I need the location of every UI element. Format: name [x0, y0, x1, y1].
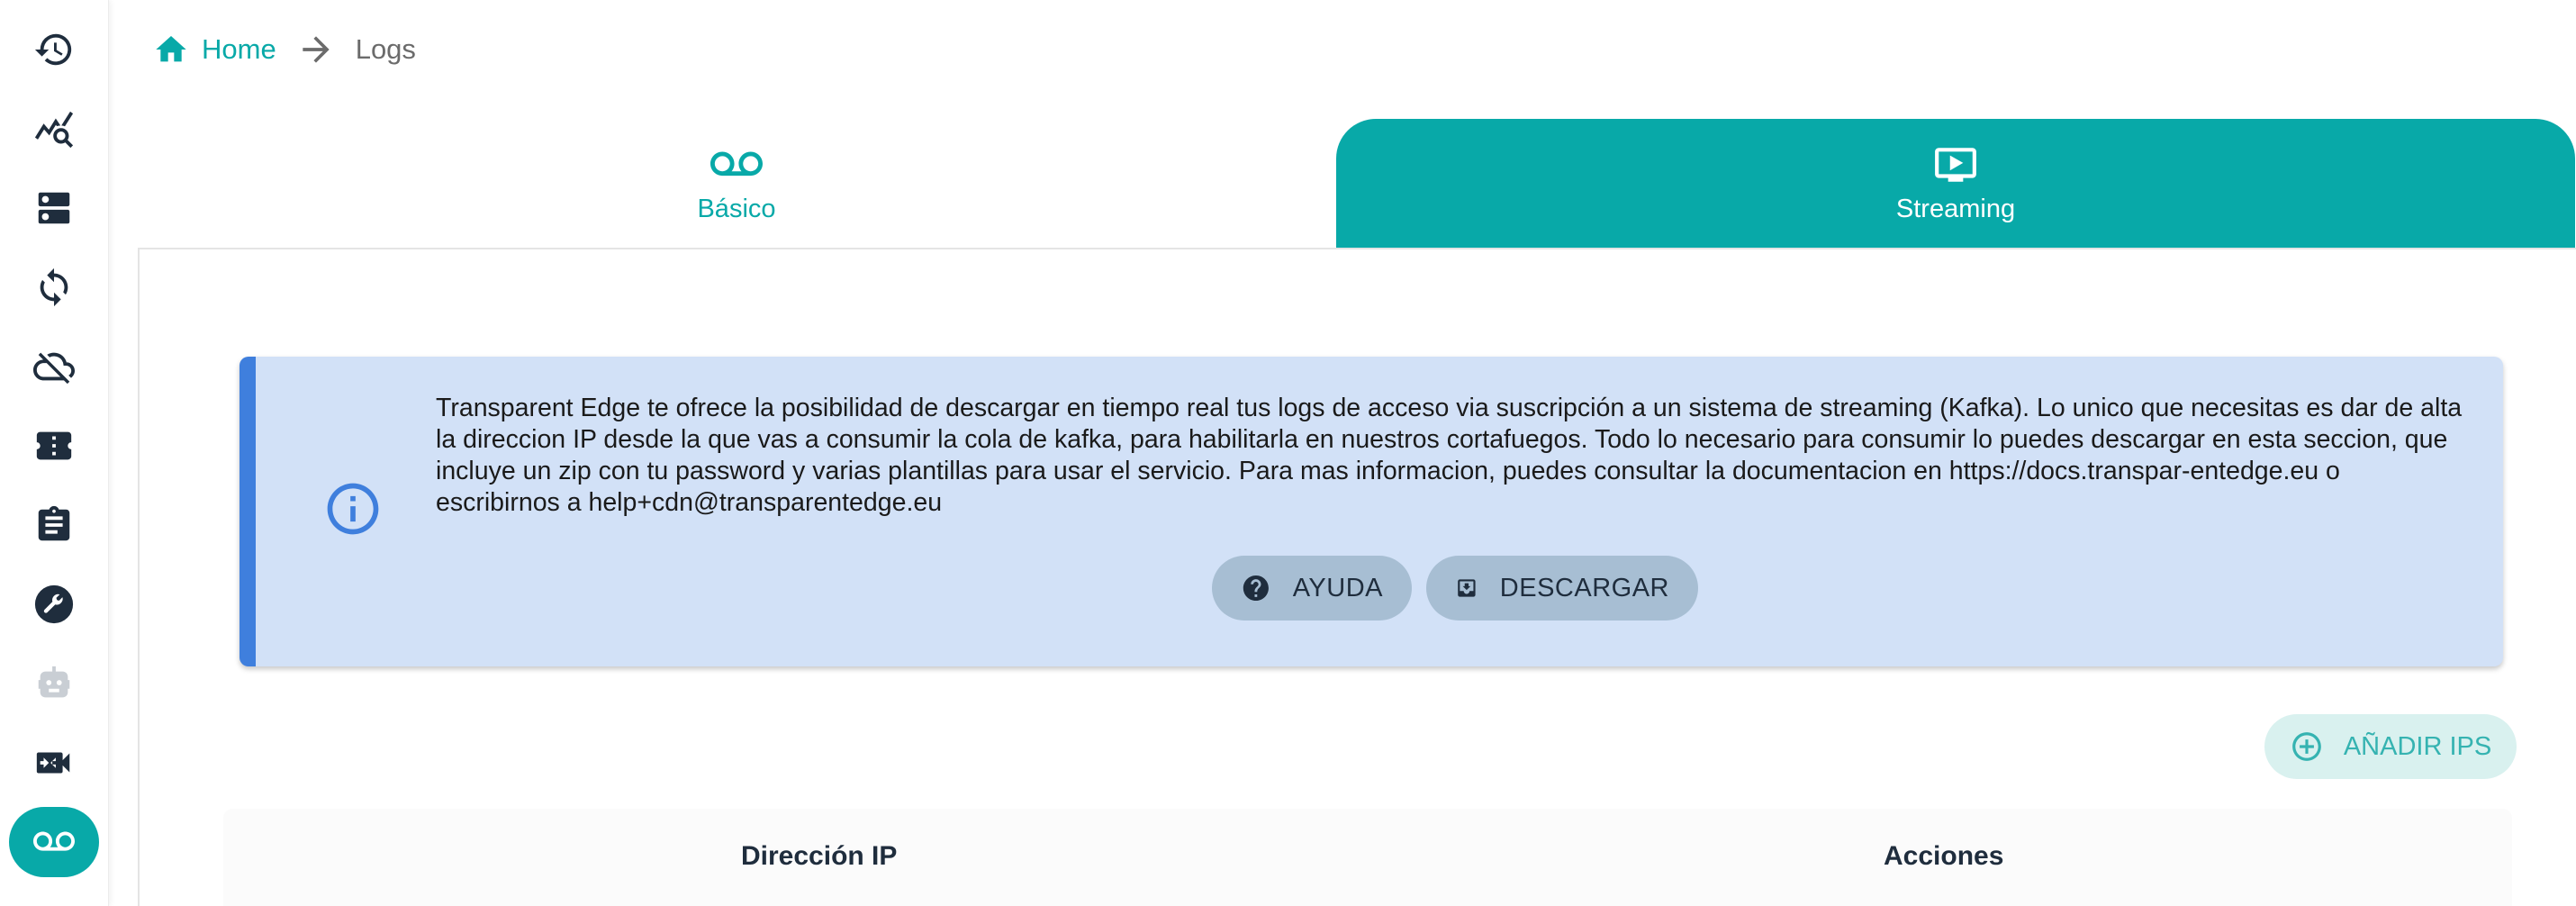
info-icon — [327, 483, 379, 535]
cloud-off-icon — [33, 352, 75, 385]
breadcrumb-home-link[interactable]: Home — [153, 32, 276, 68]
sync-icon — [40, 267, 68, 307]
sidebar-item-tickets[interactable] — [9, 411, 99, 481]
breadcrumb-home-label: Home — [202, 33, 276, 65]
alert-message: Transparent Edge te ofrece la posibilida… — [436, 394, 2463, 517]
sidebar-item-reports[interactable] — [9, 490, 99, 560]
sidebar-item-servers[interactable] — [9, 173, 99, 243]
download-button-label: DESCARGAR — [1499, 573, 1669, 602]
sidebar-item-sync[interactable] — [9, 252, 99, 322]
sidebar — [0, 0, 109, 906]
alert-accent-bar — [240, 357, 256, 666]
voicemail-icon — [33, 831, 75, 851]
help-button-label: AYUDA — [1292, 573, 1383, 602]
download-box-icon — [1458, 579, 1476, 597]
wrench-icon — [34, 584, 74, 624]
alert-actions: AYUDA DESCARGAR — [1212, 556, 1698, 621]
add-circle-icon — [2291, 732, 2321, 761]
home-icon — [156, 36, 186, 62]
column-header-actions: Acciones — [1884, 841, 2004, 871]
tab-streaming[interactable]: Streaming — [1336, 119, 2575, 248]
sidebar-item-logs[interactable] — [9, 807, 99, 877]
sidebar-item-tools[interactable] — [9, 569, 99, 639]
sidebar-item-history[interactable] — [9, 14, 99, 85]
add-ips-button[interactable]: AÑADIR IPS — [2264, 714, 2517, 779]
ip-table-header: Dirección IP Acciones — [223, 809, 2512, 906]
voicemail-icon — [710, 151, 763, 177]
video-settings-icon — [36, 752, 70, 774]
ticket-icon — [36, 431, 72, 460]
tab-basico[interactable]: Básico — [138, 119, 1335, 248]
query-stats-icon — [34, 111, 74, 149]
clipboard-icon — [38, 505, 70, 541]
sidebar-item-cloud-off[interactable] — [9, 331, 99, 402]
arrow-right-icon — [303, 36, 330, 63]
tab-basico-label: Básico — [697, 195, 776, 223]
sidebar-item-video[interactable] — [9, 728, 99, 798]
tab-streaming-label: Streaming — [1895, 195, 2016, 223]
info-alert: Transparent Edge te ofrece la posibilida… — [240, 357, 2503, 666]
dns-icon — [38, 192, 70, 224]
sidebar-item-bot[interactable] — [9, 648, 99, 719]
breadcrumb-current: Logs — [355, 33, 416, 65]
column-header-ip[interactable]: Dirección IP — [741, 841, 897, 872]
add-ips-label: AÑADIR IPS — [2343, 731, 2492, 761]
help-button[interactable]: AYUDA — [1212, 556, 1412, 621]
history-icon — [34, 33, 72, 66]
download-button[interactable]: DESCARGAR — [1426, 556, 1698, 621]
sidebar-item-analytics[interactable] — [9, 94, 99, 164]
breadcrumb: Home Logs — [153, 27, 416, 72]
play-screen-icon — [1935, 148, 1976, 182]
help-icon — [1243, 575, 1269, 602]
robot-icon — [38, 666, 70, 698]
